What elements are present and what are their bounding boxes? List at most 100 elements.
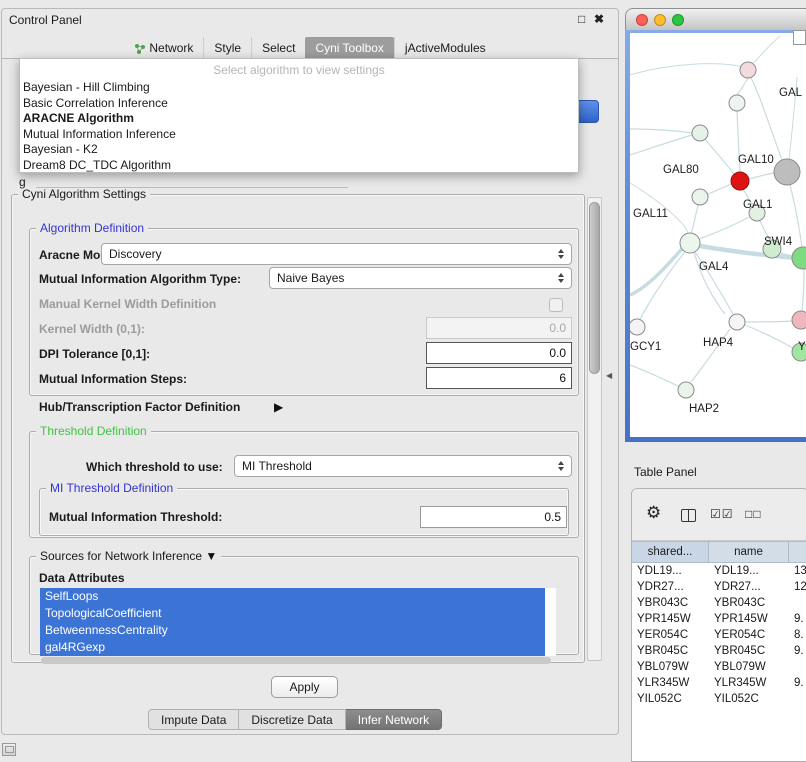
aracne-mode-select[interactable]: Discovery bbox=[101, 243, 572, 265]
network-node[interactable] bbox=[630, 319, 645, 335]
float-window-icon[interactable]: □ bbox=[578, 12, 585, 26]
table-row[interactable]: YPR145WYPR145W9. bbox=[632, 611, 806, 627]
table-row[interactable]: YBL079WYBL079W bbox=[632, 659, 806, 675]
bottom-tab-impute-data[interactable]: Impute Data bbox=[148, 709, 239, 730]
mi-threshold-field[interactable] bbox=[420, 506, 567, 528]
network-node[interactable] bbox=[729, 95, 745, 111]
attribute-item[interactable]: gal4RGexp bbox=[40, 639, 545, 656]
network-node[interactable] bbox=[740, 62, 756, 78]
gear-icon[interactable]: ⚙ bbox=[646, 503, 661, 523]
attribute-item[interactable]: BetweennessCentrality bbox=[40, 622, 545, 639]
algorithm-definition-title: Algorithm Definition bbox=[36, 221, 148, 235]
table-row[interactable]: YBR043CYBR043C bbox=[632, 595, 806, 611]
manual-kernel-checkbox[interactable] bbox=[549, 298, 563, 312]
table-row[interactable]: YIL052CYIL052C bbox=[632, 691, 806, 707]
mi-type-select[interactable]: Naive Bayes bbox=[269, 267, 572, 289]
deselect-all-icon[interactable]: □□ bbox=[745, 507, 762, 521]
node-label: GAL bbox=[779, 87, 803, 99]
select-all-icon[interactable]: ☑☑ bbox=[710, 507, 734, 521]
tab-select[interactable]: Select bbox=[251, 37, 305, 59]
table-row[interactable]: YLR345WYLR345W9. bbox=[632, 675, 806, 691]
column-header[interactable]: shared... bbox=[632, 542, 709, 562]
table-panel: ⚙ ☑☑ □□ shared...name YDL19...YDL19...13… bbox=[631, 488, 806, 762]
table-cell: YBL079W bbox=[709, 659, 789, 675]
table-cell: 12 bbox=[789, 579, 806, 595]
network-node[interactable] bbox=[692, 125, 708, 141]
tab-jactivemodules[interactable]: jActiveModules bbox=[394, 37, 496, 59]
kernel-width-label: Kernel Width (0,1): bbox=[39, 322, 145, 336]
table-cell: YPR145W bbox=[709, 611, 789, 627]
dpi-tolerance-field[interactable] bbox=[426, 342, 572, 364]
tab-style[interactable]: Style bbox=[203, 37, 251, 59]
algorithm-option[interactable]: Dream8 DC_TDC Algorithm bbox=[20, 158, 578, 174]
algorithm-option[interactable]: Bayesian - Hill Climbing bbox=[20, 80, 578, 96]
table-toolbar: ⚙ ☑☑ □□ bbox=[632, 489, 806, 541]
table-cell: 8. bbox=[789, 627, 806, 643]
network-edge bbox=[630, 249, 682, 295]
zoom-traffic-light[interactable] bbox=[672, 14, 684, 26]
table-cell: YDL19... bbox=[632, 563, 709, 579]
attribute-item[interactable]: SelfLoops bbox=[40, 588, 545, 605]
attribute-item[interactable]: TopologicalCoefficient bbox=[40, 605, 545, 622]
algorithm-option[interactable]: Mutual Information Inference bbox=[20, 127, 578, 143]
network-edge bbox=[705, 139, 734, 174]
close-traffic-light[interactable] bbox=[636, 14, 648, 26]
hub-section-label[interactable]: Hub/Transcription Factor Definition bbox=[39, 400, 240, 414]
obscured-field-border bbox=[36, 187, 348, 188]
network-node[interactable] bbox=[731, 172, 749, 190]
network-node[interactable] bbox=[792, 311, 806, 329]
table-row[interactable]: YDL19...YDL19...13 bbox=[632, 563, 806, 579]
table-cell: YLR345W bbox=[632, 675, 709, 691]
table-cell: YER054C bbox=[709, 627, 789, 643]
network-window-titlebar[interactable] bbox=[625, 8, 806, 30]
column-header[interactable]: name bbox=[709, 542, 789, 562]
network-node[interactable] bbox=[774, 159, 800, 185]
close-window-icon[interactable]: ✖ bbox=[594, 12, 604, 26]
apply-button[interactable]: Apply bbox=[271, 676, 338, 698]
network-canvas[interactable]: GALGAL80GAL10GAL11GAL1SWI4GAL4GCY1HAP4YH… bbox=[630, 33, 806, 437]
popup-placeholder: Select algorithm to view settings bbox=[20, 60, 578, 80]
kernel-width-field[interactable] bbox=[426, 317, 572, 339]
network-icon bbox=[134, 43, 145, 54]
combo-arrows-icon bbox=[558, 273, 564, 283]
table-body: YDL19...YDL19...13YDR27...YDR27...12YBR0… bbox=[632, 563, 806, 707]
network-edge bbox=[691, 205, 698, 233]
table-row[interactable]: YBR045CYBR045C9. bbox=[632, 643, 806, 659]
threshold-definition-title: Threshold Definition bbox=[36, 424, 151, 438]
expand-arrow-icon[interactable]: ▶ bbox=[274, 400, 283, 414]
table-row[interactable]: YER054CYER054C8. bbox=[632, 627, 806, 643]
mi-threshold-title: MI Threshold Definition bbox=[46, 481, 177, 495]
column-selector-icon[interactable] bbox=[681, 509, 696, 522]
network-node[interactable] bbox=[692, 189, 708, 205]
algorithm-option[interactable]: ARACNE Algorithm bbox=[20, 111, 578, 127]
which-threshold-label: Which threshold to use: bbox=[86, 460, 223, 474]
attributes-hscrollbar[interactable] bbox=[41, 657, 551, 664]
algorithm-option[interactable]: Bayesian - K2 bbox=[20, 142, 578, 158]
node-label: GCY1 bbox=[630, 341, 661, 353]
split-divider-arrow[interactable]: ◀ bbox=[606, 371, 612, 380]
tab-network[interactable]: Network bbox=[124, 37, 203, 59]
minimized-panel-icon[interactable] bbox=[2, 743, 16, 756]
data-attributes-label: Data Attributes bbox=[39, 571, 125, 585]
network-node[interactable] bbox=[792, 247, 806, 269]
algorithm-option[interactable]: Basic Correlation Inference bbox=[20, 96, 578, 112]
minimize-traffic-light[interactable] bbox=[654, 14, 666, 26]
table-row[interactable]: YDR27...YDR27...12 bbox=[632, 579, 806, 595]
column-header[interactable] bbox=[789, 542, 806, 562]
tab-cyni-toolbox[interactable]: Cyni Toolbox bbox=[305, 37, 393, 59]
combo-arrows-icon bbox=[558, 249, 564, 259]
collapse-arrow-icon[interactable]: ▼ bbox=[205, 549, 217, 563]
network-edge bbox=[708, 184, 732, 194]
network-node[interactable] bbox=[678, 382, 694, 398]
mi-steps-field[interactable] bbox=[426, 367, 572, 389]
table-cell bbox=[789, 659, 806, 675]
sources-title[interactable]: Sources for Network Inference ▼ bbox=[36, 549, 221, 563]
settings-scrollbar[interactable] bbox=[587, 197, 602, 661]
bottom-tab-discretize-data[interactable]: Discretize Data bbox=[239, 709, 345, 730]
settings-scrollbar-thumb[interactable] bbox=[589, 202, 600, 374]
which-threshold-select[interactable]: MI Threshold bbox=[234, 455, 572, 477]
bottom-tab-infer-network[interactable]: Infer Network bbox=[346, 709, 442, 730]
network-node[interactable] bbox=[680, 233, 700, 253]
tab-label: Network bbox=[149, 37, 193, 59]
network-node[interactable] bbox=[729, 314, 745, 330]
